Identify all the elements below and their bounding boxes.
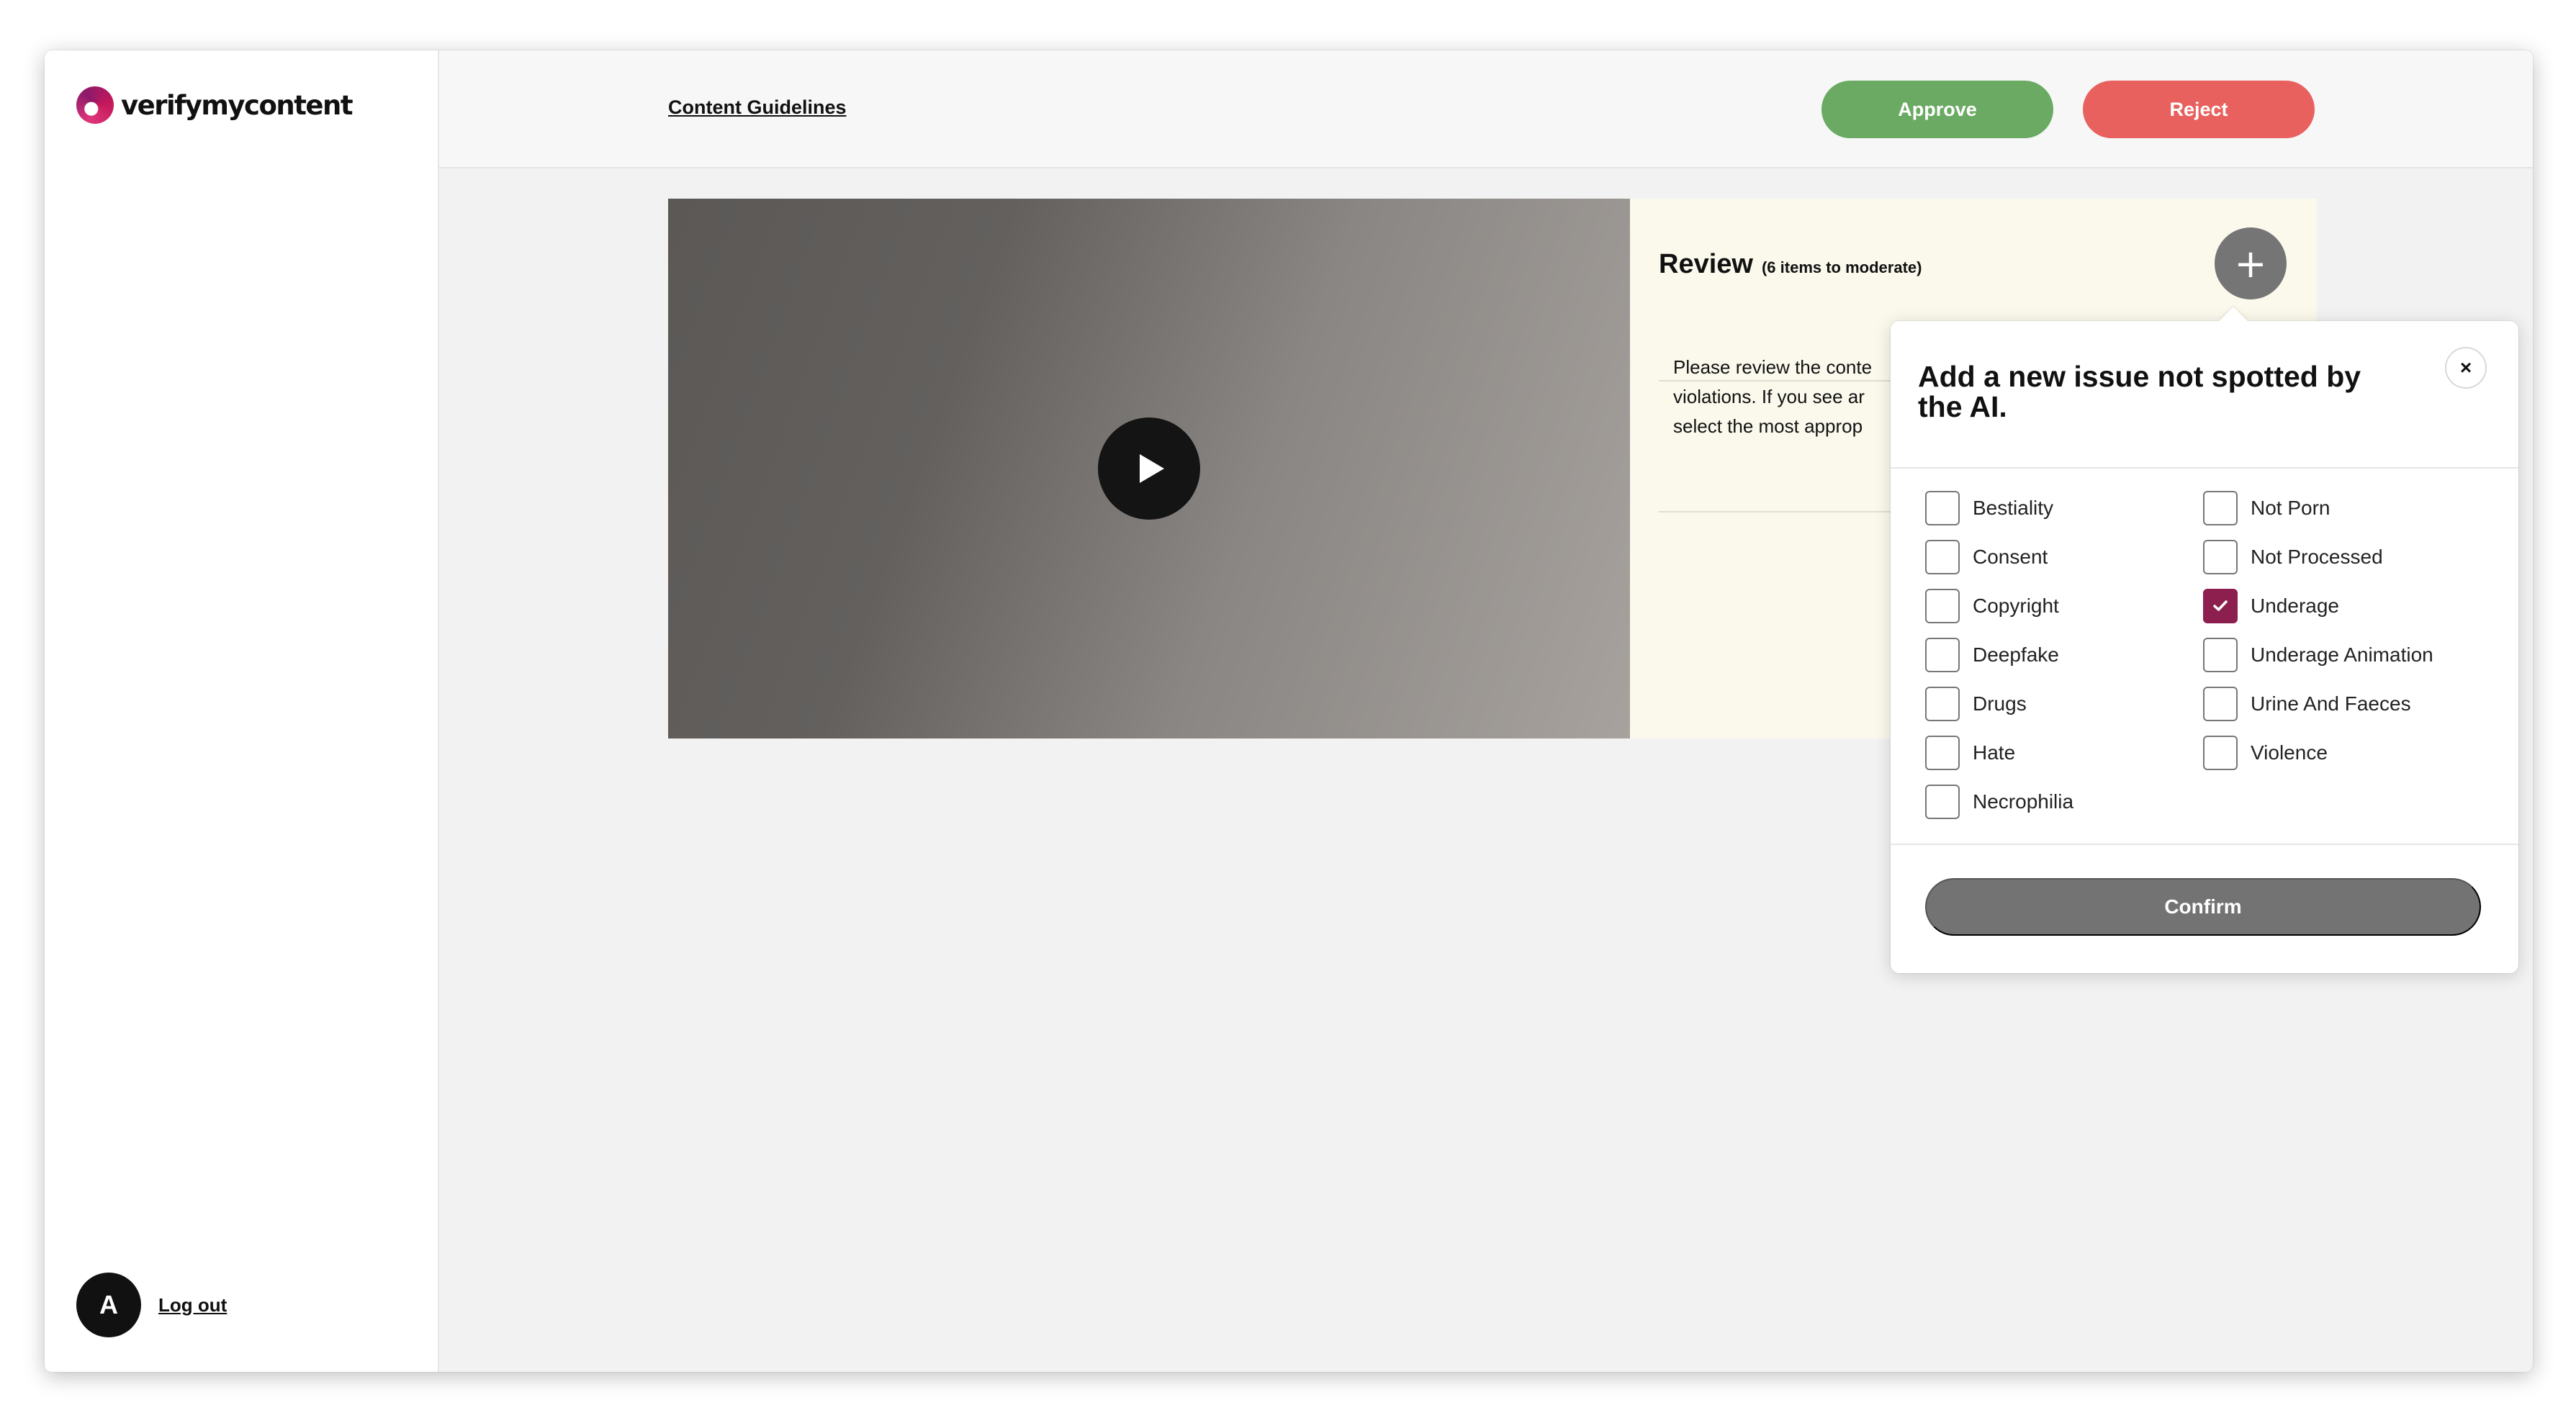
- checkbox-not-processed[interactable]: Not Processed: [2203, 540, 2383, 574]
- checkbox-consent[interactable]: Consent: [1925, 540, 2048, 574]
- checkbox[interactable]: [1925, 785, 1960, 819]
- close-icon: ×: [2459, 356, 2472, 379]
- video-player[interactable]: [668, 199, 1630, 738]
- checkbox[interactable]: [2203, 736, 2238, 770]
- checkbox[interactable]: [2203, 540, 2238, 574]
- checkbox-label: Consent: [1973, 546, 2048, 568]
- play-icon: [1140, 454, 1164, 483]
- checkbox-hate[interactable]: Hate: [1925, 736, 2015, 770]
- checkbox-label: Drugs: [1973, 692, 2027, 715]
- checkbox-label: Not Porn: [2251, 497, 2330, 519]
- checkbox-label: Violence: [2251, 741, 2328, 764]
- divider: [1891, 844, 2518, 845]
- checkbox-necrophilia[interactable]: Necrophilia: [1925, 785, 2073, 819]
- instruction-line: select the most approp: [1673, 415, 1863, 437]
- add-issue-button[interactable]: +: [2215, 227, 2287, 299]
- checkbox-label: Underage: [2251, 595, 2339, 617]
- sidebar: verifymycontent A Log out: [45, 50, 439, 1372]
- popover-title: Add a new issue not spotted by the AI.: [1918, 360, 2361, 423]
- checkbox[interactable]: [2203, 687, 2238, 721]
- checkbox-urine-and-faeces[interactable]: Urine And Faeces: [2203, 687, 2411, 721]
- top-bar: Content Guidelines Approve Reject: [439, 50, 2533, 168]
- checkbox-label: Hate: [1973, 741, 2016, 764]
- reject-button[interactable]: Reject: [2083, 81, 2315, 138]
- checkbox-violence[interactable]: Violence: [2203, 736, 2328, 770]
- add-issue-popover: Add a new issue not spotted by the AI. ×…: [1891, 307, 2518, 973]
- review-title: Review: [1659, 249, 1753, 279]
- avatar[interactable]: A: [76, 1273, 141, 1337]
- checkbox-label: Not Processed: [2251, 546, 2383, 568]
- checkbox-not-porn[interactable]: Not Porn: [2203, 491, 2330, 525]
- checkbox-copyright[interactable]: Copyright: [1925, 589, 2059, 623]
- checkbox-label: Bestiality: [1973, 497, 2054, 519]
- checkbox[interactable]: [1925, 736, 1960, 770]
- checkbox-underage-animation[interactable]: Underage Animation: [2203, 638, 2433, 672]
- close-button[interactable]: ×: [2445, 347, 2487, 389]
- checkbox-label: Urine And Faeces: [2251, 692, 2411, 715]
- checkbox-deepfake[interactable]: Deepfake: [1925, 638, 2059, 672]
- review-heading: Review (6 items to moderate): [1659, 249, 1922, 280]
- checkbox-label: Necrophilia: [1973, 790, 2074, 813]
- checkbox[interactable]: [1925, 491, 1960, 525]
- checkbox[interactable]: [2203, 491, 2238, 525]
- checkbox[interactable]: [1925, 687, 1960, 721]
- brand-name: verifymycontent: [121, 89, 353, 121]
- app-window: verifymycontent A Log out Content Guidel…: [45, 50, 2533, 1372]
- play-button[interactable]: [1098, 417, 1200, 520]
- plus-icon: +: [2234, 240, 2267, 286]
- checkbox-label: Deepfake: [1973, 643, 2059, 666]
- checkbox-checked[interactable]: [2203, 589, 2238, 623]
- approve-button[interactable]: Approve: [1821, 81, 2053, 138]
- confirm-button[interactable]: Confirm: [1925, 878, 2481, 936]
- user-area: A Log out: [76, 1273, 227, 1337]
- review-count: (6 items to moderate): [1761, 258, 1922, 276]
- checkbox-label: Underage Animation: [2251, 643, 2433, 666]
- checkbox-underage[interactable]: Underage: [2203, 589, 2339, 623]
- checkbox[interactable]: [2203, 638, 2238, 672]
- logout-link[interactable]: Log out: [158, 1294, 227, 1316]
- brand-logo[interactable]: verifymycontent: [76, 86, 353, 124]
- checkbox-drugs[interactable]: Drugs: [1925, 687, 2027, 721]
- divider: [1891, 467, 2518, 469]
- verifymycontent-logo-icon: [76, 86, 114, 124]
- checkmark-icon: [2213, 600, 2228, 611]
- issue-checklist: Bestiality Consent Copyright Deepfake Dr…: [1925, 491, 2494, 822]
- checkbox[interactable]: [1925, 589, 1960, 623]
- instruction-line: Please review the conte: [1673, 356, 1873, 378]
- checkbox[interactable]: [1925, 638, 1960, 672]
- checkbox-label: Copyright: [1973, 595, 2059, 617]
- review-instructions: Please review the conte violations. If y…: [1673, 353, 1911, 441]
- checkbox-bestiality[interactable]: Bestiality: [1925, 491, 2053, 525]
- checkbox[interactable]: [1925, 540, 1960, 574]
- content-guidelines-link[interactable]: Content Guidelines: [668, 96, 847, 119]
- instruction-line: violations. If you see ar: [1673, 386, 1865, 407]
